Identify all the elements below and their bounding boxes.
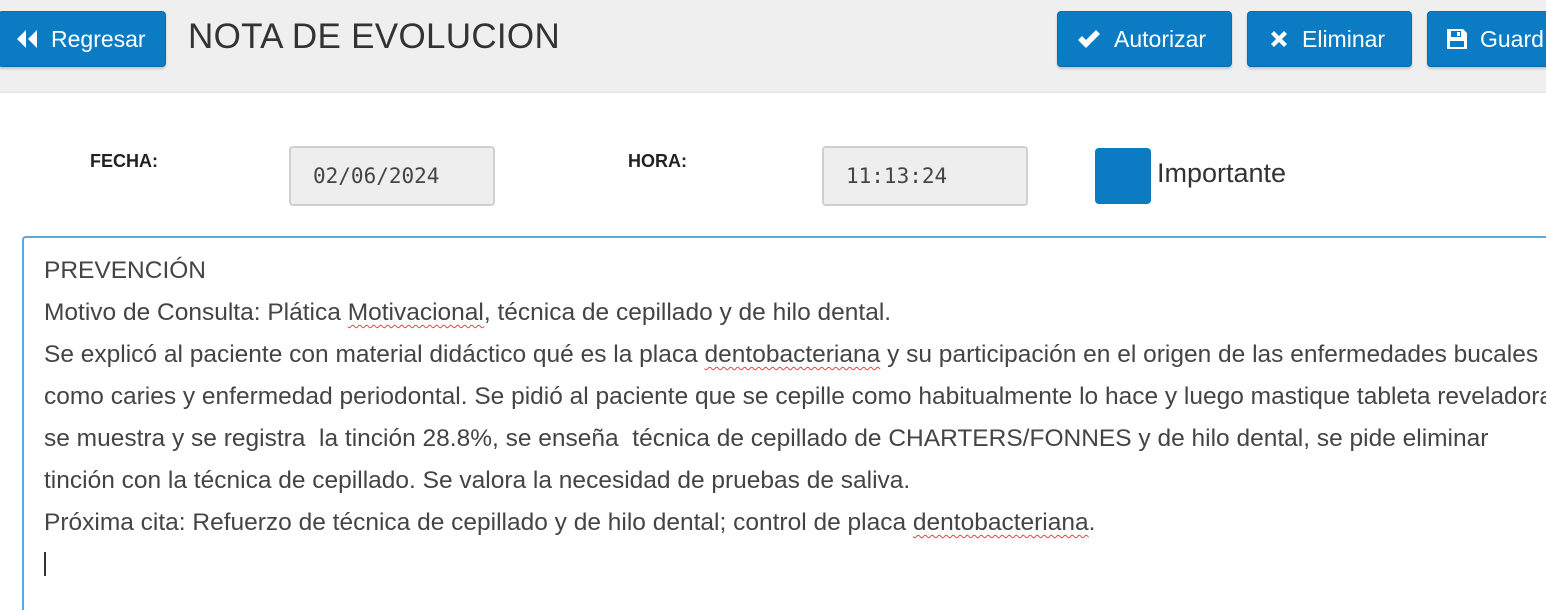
back-button[interactable]: Regresar bbox=[0, 11, 166, 67]
note-line-motivo: Motivo de Consulta: Plática Motivacional… bbox=[44, 299, 892, 326]
spellcheck-word: Motivacional bbox=[347, 299, 484, 326]
authorize-button[interactable]: Autorizar bbox=[1057, 11, 1232, 67]
text-caret bbox=[44, 552, 46, 576]
delete-button[interactable]: Eliminar bbox=[1247, 11, 1412, 67]
note-line-explicacion: Se explicó al paciente con material didá… bbox=[44, 341, 1546, 494]
spellcheck-word: dentobacteriana bbox=[912, 509, 1089, 536]
double-chevron-left-icon bbox=[15, 29, 39, 49]
fecha-label: FECHA: bbox=[90, 151, 158, 171]
spellcheck-word: dentobacteriana bbox=[704, 341, 881, 368]
save-button[interactable]: Guard bbox=[1427, 11, 1546, 67]
page-title: NOTA DE EVOLUCION bbox=[188, 17, 561, 56]
floppy-disk-icon bbox=[1446, 28, 1468, 50]
x-icon bbox=[1268, 28, 1290, 50]
hora-field[interactable]: 11:13:24 bbox=[822, 146, 1028, 206]
importante-checkbox[interactable] bbox=[1095, 148, 1151, 204]
importante-label: Importante bbox=[1157, 158, 1287, 188]
note-line-proxima-cita: Próxima cita: Refuerzo de técnica de cep… bbox=[44, 509, 1096, 536]
back-button-label: Regresar bbox=[51, 25, 146, 52]
hora-label: HORA: bbox=[628, 151, 687, 171]
fecha-field[interactable]: 02/06/2024 bbox=[289, 146, 495, 206]
note-heading: PREVENCIÓN bbox=[44, 257, 207, 284]
note-editor[interactable]: PREVENCIÓN Motivo de Consulta: Plática M… bbox=[22, 236, 1546, 610]
check-icon bbox=[1076, 28, 1102, 50]
authorize-button-label: Autorizar bbox=[1114, 25, 1207, 52]
save-button-label: Guard bbox=[1480, 25, 1544, 52]
toolbar: Regresar NOTA DE EVOLUCION Autorizar Eli… bbox=[0, 0, 1546, 93]
delete-button-label: Eliminar bbox=[1302, 25, 1386, 52]
